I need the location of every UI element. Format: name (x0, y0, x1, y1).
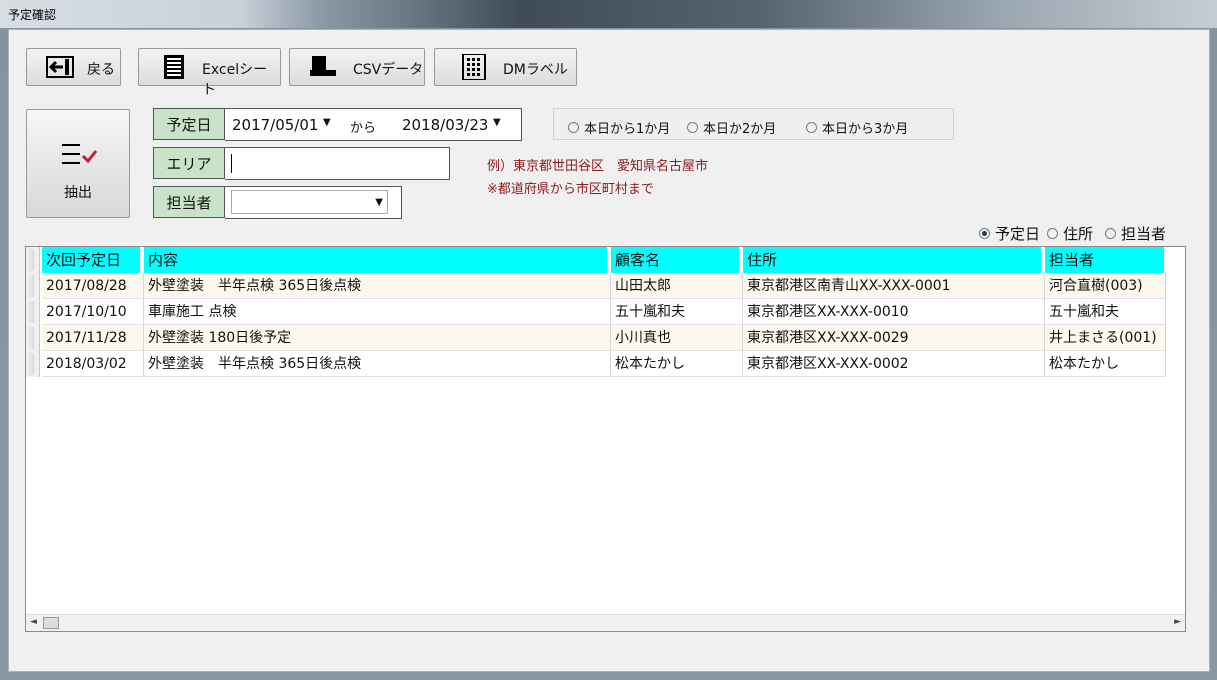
row-header[interactable] (26, 351, 40, 377)
back-button-label: 戻る (87, 62, 115, 78)
csv-data-button-label: CSVデータ (353, 62, 424, 78)
radio-circle-icon (1105, 228, 1116, 239)
dm-label-button-label: DMラベル (503, 62, 568, 78)
period-1-month-radio[interactable]: 本日から1か月 (568, 118, 670, 137)
period-3-month-radio[interactable]: 本日から3か月 (806, 118, 908, 137)
date-from-picker[interactable]: 2017/05/01 (232, 116, 318, 134)
cell-next-date: 2017/10/10 (42, 299, 144, 325)
table-row[interactable]: 2017/10/10 車庫施工 点検 五十嵐和夫 東京都港区XX-XXX-001… (26, 299, 1166, 325)
area-input[interactable] (225, 147, 450, 180)
table-row[interactable]: 2017/08/28 外壁塗装 半年点検 365日後点検 山田太郎 東京都港区南… (26, 273, 1166, 299)
cell-address: 東京都港区XX-XXX-0029 (743, 325, 1045, 351)
sort-by-staff-radio[interactable]: 担当者 (1105, 223, 1166, 244)
printer-icon (310, 56, 336, 76)
cell-customer: 小川真也 (611, 325, 743, 351)
cell-staff: 河合直樹(003) (1045, 273, 1166, 299)
sort-by-staff-label: 担当者 (1121, 225, 1167, 243)
back-arrow-icon (46, 56, 74, 78)
column-header-staff[interactable]: 担当者 (1045, 247, 1166, 273)
back-button[interactable]: 戻る (26, 48, 121, 86)
cell-content: 車庫施工 点検 (144, 299, 611, 325)
cell-customer: 山田太郎 (611, 273, 743, 299)
cell-address: 東京都港区XX-XXX-0010 (743, 299, 1045, 325)
radio-circle-icon (1047, 228, 1058, 239)
extract-button-label: 抽出 (64, 185, 92, 201)
extract-button[interactable]: 抽出 (26, 109, 130, 218)
cell-content: 外壁塗装 半年点検 365日後点検 (144, 351, 611, 377)
date-separator: から (350, 121, 377, 136)
schedule-grid[interactable]: 次回予定日 内容 顧客名 住所 担当者 2017/08/28 外壁塗装 半年点検… (25, 246, 1186, 632)
document-lines-icon (164, 55, 184, 79)
row-header-corner (26, 247, 40, 273)
column-header-address[interactable]: 住所 (743, 247, 1043, 273)
period-2-month-label: 本日か2か月 (703, 122, 777, 137)
csv-data-button[interactable]: CSVデータ (289, 48, 425, 86)
tanto-field: ▼ (225, 186, 402, 219)
grid-header-row: 次回予定日 内容 顧客名 住所 担当者 (26, 247, 1166, 273)
excel-sheet-button[interactable]: Excelシート (138, 48, 281, 98)
radio-circle-icon (568, 122, 579, 133)
row-header[interactable] (26, 273, 40, 299)
tanto-select[interactable]: ▼ (231, 190, 388, 214)
cell-address: 東京都港区南青山XX-XXX-0001 (743, 273, 1045, 299)
date-to-dropdown-icon[interactable]: ▼ (493, 117, 501, 128)
period-3-month-label: 本日から3か月 (822, 122, 909, 137)
cell-staff: 五十嵐和夫 (1045, 299, 1166, 325)
sort-by-address-radio[interactable]: 住所 (1047, 223, 1093, 244)
cell-staff: 井上まさる(001) (1045, 325, 1166, 351)
dm-label-button[interactable]: DMラベル (434, 48, 577, 86)
sort-by-address-label: 住所 (1063, 225, 1094, 243)
column-header-content[interactable]: 内容 (144, 247, 609, 273)
main-panel: 戻る Excelシート CSVデータ DMラベル 抽出 予定日 2017/05/… (8, 29, 1210, 672)
row-header[interactable] (26, 299, 40, 325)
cell-customer: 松本たかし (611, 351, 743, 377)
date-label: 予定日 (153, 108, 225, 140)
window-title: 予定確認 (8, 8, 57, 22)
excel-sheet-button-label: Excelシート (202, 62, 268, 98)
radio-circle-icon (806, 122, 817, 133)
area-example-text: 例）東京都世田谷区 愛知県名古屋市 (487, 159, 709, 174)
period-1-month-label: 本日から1か月 (584, 122, 671, 137)
app-window: 予定確認 戻る Excelシート CSVデータ DMラベル 抽出 予定日 201… (0, 0, 1217, 680)
date-range: 2017/05/01 ▼ から 2018/03/23 ▼ (225, 108, 522, 141)
sort-by-date-radio[interactable]: 予定日 (979, 223, 1040, 244)
table-row[interactable]: 2018/03/02 外壁塗装 半年点検 365日後点検 松本たかし 東京都港区… (26, 351, 1166, 377)
scroll-thumb[interactable] (43, 617, 59, 629)
column-header-next-date[interactable]: 次回予定日 (42, 247, 142, 273)
radio-selected-icon (979, 228, 990, 239)
sort-by-date-label: 予定日 (995, 225, 1041, 243)
title-bar[interactable]: 予定確認 (0, 0, 1217, 28)
filter-check-icon (62, 144, 98, 164)
scroll-left-icon[interactable]: ◄ (30, 617, 37, 627)
area-note-text: ※都道府県から市区町村まで (487, 182, 654, 197)
horizontal-scrollbar[interactable]: ◄ ► (26, 614, 1185, 631)
cell-content: 外壁塗装 半年点検 365日後点検 (144, 273, 611, 299)
cell-next-date: 2017/11/28 (42, 325, 144, 351)
date-to-picker[interactable]: 2018/03/23 (402, 116, 488, 134)
area-label: エリア (153, 147, 225, 179)
cell-next-date: 2017/08/28 (42, 273, 144, 299)
radio-circle-icon (687, 122, 698, 133)
period-2-month-radio[interactable]: 本日か2か月 (687, 118, 776, 137)
tanto-label: 担当者 (153, 186, 225, 218)
cell-address: 東京都港区XX-XXX-0002 (743, 351, 1045, 377)
row-header[interactable] (26, 325, 40, 351)
text-caret (231, 154, 232, 173)
cell-content: 外壁塗装 180日後予定 (144, 325, 611, 351)
cell-customer: 五十嵐和夫 (611, 299, 743, 325)
table-row[interactable]: 2017/11/28 外壁塗装 180日後予定 小川真也 東京都港区XX-XXX… (26, 325, 1166, 351)
column-header-customer[interactable]: 顧客名 (611, 247, 741, 273)
tanto-dropdown-icon[interactable]: ▼ (375, 197, 383, 208)
date-from-dropdown-icon[interactable]: ▼ (323, 117, 331, 128)
scroll-right-icon[interactable]: ► (1174, 617, 1181, 627)
cell-staff: 松本たかし (1045, 351, 1166, 377)
keypad-icon (462, 54, 486, 80)
period-radio-group: 本日から1か月 本日か2か月 本日から3か月 (553, 108, 954, 140)
cell-next-date: 2018/03/02 (42, 351, 144, 377)
